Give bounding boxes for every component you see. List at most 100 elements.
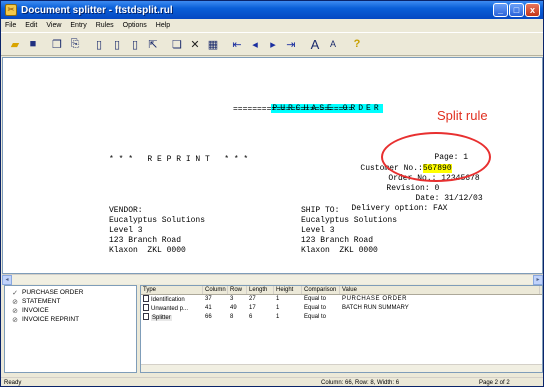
menu-options[interactable]: Options — [123, 22, 147, 29]
scroll-left-icon[interactable]: ◂ — [2, 275, 12, 285]
vendor-line: Eucalyptus Solutions — [109, 216, 206, 225]
reprint-banner: * * * R E P R I N T * * * — [109, 155, 249, 164]
rules-grid: Type Column Row Length Height Comparison… — [140, 285, 543, 373]
vendor-line: 123 Branch Road — [109, 236, 182, 245]
header-type[interactable]: Type — [141, 286, 203, 294]
cell-comparison: Equal to — [304, 305, 327, 311]
cell-type: Unwanted p... — [151, 306, 189, 312]
font-smaller-icon[interactable]: A — [325, 36, 341, 52]
vendor-line: Klaxon ZKL 0000 — [109, 246, 186, 255]
vendor-line: Level 3 — [109, 226, 143, 235]
minimize-button[interactable]: _ — [493, 3, 508, 17]
title-bar[interactable]: ✂ Document splitter - ftstdsplit.rul _ □… — [1, 1, 543, 19]
grid-header: Type Column Row Length Height Comparison… — [141, 286, 542, 295]
shipto-line: 123 Branch Road — [301, 236, 374, 245]
delivery-label: Delivery option: — [351, 204, 429, 213]
page2-icon[interactable]: ▯ — [109, 36, 125, 52]
next-icon[interactable]: ▸ — [265, 36, 281, 52]
page-icon[interactable]: ▯ — [91, 36, 107, 52]
disabled-icon: ⊘ — [12, 316, 18, 324]
split-rule-annotation: Split rule — [437, 108, 488, 123]
status-ready: Ready — [4, 379, 22, 386]
menu-help[interactable]: Help — [156, 22, 170, 29]
header-comparison[interactable]: Comparison — [302, 286, 340, 294]
document-type-tree[interactable]: ✓ PURCHASE ORDER ⊘ STATEMENT ⊘ INVOICE ⊘… — [4, 285, 137, 373]
table-row[interactable]: Identification 37 3 27 1 Equal to PURCHA… — [141, 295, 542, 304]
rule-icon — [143, 304, 149, 311]
header-row[interactable]: Row — [228, 286, 247, 294]
status-bar: Ready Column: 66, Row: 8, Width: 6 Page … — [1, 377, 543, 387]
document-text: PURCHASE ORDER =========================… — [3, 58, 483, 273]
first-icon[interactable]: ⇤ — [229, 36, 245, 52]
app-window: ✂ Document splitter - ftstdsplit.rul _ □… — [0, 0, 544, 387]
page3-icon[interactable]: ▯ — [127, 36, 143, 52]
copy2-icon[interactable]: ❏ — [169, 36, 185, 52]
cell-column: 37 — [205, 296, 212, 302]
prev-icon[interactable]: ◂ — [247, 36, 263, 52]
cell-height: 1 — [276, 314, 280, 320]
menu-entry[interactable]: Entry — [70, 22, 86, 29]
save-icon[interactable]: ■ — [25, 36, 41, 52]
cursor-icon[interactable]: ⇱ — [145, 36, 161, 52]
cell-value — [340, 313, 540, 322]
tree-item-purchase-order[interactable]: ✓ PURCHASE ORDER — [5, 288, 136, 297]
rule-icon — [143, 295, 149, 302]
table-row[interactable]: Splitter 66 8 6 1 Equal to — [141, 313, 542, 322]
help-icon[interactable]: ? — [349, 36, 365, 52]
cell-column: 41 — [205, 305, 212, 311]
shipto-label: SHIP TO: — [301, 206, 340, 215]
props-icon[interactable]: ▦ — [205, 36, 221, 52]
tree-item-invoice-reprint[interactable]: ⊘ INVOICE REPRINT — [5, 315, 136, 324]
shipto-line: Klaxon ZKL 0000 — [301, 246, 378, 255]
delivery-value: FAX — [433, 204, 448, 213]
copy-icon[interactable]: ❐ — [49, 36, 65, 52]
tree-item-label: PURCHASE ORDER — [22, 289, 84, 296]
shipto-line: Eucalyptus Solutions — [301, 216, 398, 225]
header-column[interactable]: Column — [203, 286, 228, 294]
table-row[interactable]: Unwanted p... 41 49 17 1 Equal to BATCH … — [141, 304, 542, 313]
menu-view[interactable]: View — [46, 22, 61, 29]
document-hscrollbar[interactable]: ◂ ▸ — [2, 274, 543, 285]
date-value: 31/12/03 — [444, 194, 483, 203]
cell-value: BATCH RUN SUMMARY — [342, 305, 409, 311]
delete-icon[interactable]: ✕ — [187, 36, 203, 52]
cell-length: 6 — [249, 314, 253, 320]
scroll-right-icon[interactable]: ▸ — [533, 275, 543, 285]
document-view[interactable]: PURCHASE ORDER =========================… — [2, 57, 543, 274]
tree-item-invoice[interactable]: ⊘ INVOICE — [5, 306, 136, 315]
menu-edit[interactable]: Edit — [25, 22, 37, 29]
cell-comparison: Equal to — [304, 296, 327, 302]
cell-length: 17 — [249, 305, 256, 311]
status-page: Page 2 of 2 — [479, 379, 510, 386]
font-larger-icon[interactable]: A — [307, 36, 323, 52]
disabled-icon: ⊘ — [12, 298, 18, 306]
po-underline: ========================= — [233, 105, 354, 114]
open-icon[interactable]: ▰ — [7, 36, 23, 52]
tree-item-label: INVOICE REPRINT — [22, 316, 80, 323]
rule-icon — [143, 313, 149, 320]
header-height[interactable]: Height — [274, 286, 302, 294]
cell-type: Splitter — [151, 315, 172, 321]
shipto-line: Level 3 — [301, 226, 335, 235]
check-icon: ✓ — [12, 289, 18, 297]
tree-item-label: STATEMENT — [22, 298, 61, 305]
grid-hscrollbar[interactable] — [141, 364, 542, 372]
close-button[interactable]: x — [525, 3, 540, 17]
menu-file[interactable]: File — [5, 22, 16, 29]
tree-item-statement[interactable]: ⊘ STATEMENT — [5, 297, 136, 306]
cell-column: 66 — [205, 314, 212, 320]
cell-comparison: Equal to — [304, 314, 327, 320]
last-icon[interactable]: ⇥ — [283, 36, 299, 52]
menu-bar: File Edit View Entry Rules Options Help — [1, 19, 543, 32]
paste-icon[interactable]: ⎘ — [67, 36, 83, 52]
cell-type: Identification — [151, 297, 185, 303]
tree-item-label: INVOICE — [22, 307, 49, 314]
header-value[interactable]: Value — [340, 286, 540, 294]
header-length[interactable]: Length — [247, 286, 274, 294]
menu-rules[interactable]: Rules — [96, 22, 114, 29]
cell-height: 1 — [276, 296, 280, 302]
cell-row: 8 — [230, 314, 234, 320]
toolbar: ▰ ■ ❐ ⎘ ▯ ▯ ▯ ⇱ ❏ ✕ ▦ ⇤ ◂ ▸ ⇥ A A ? — [1, 32, 543, 56]
maximize-button[interactable]: □ — [509, 3, 524, 17]
cell-length: 27 — [249, 296, 256, 302]
